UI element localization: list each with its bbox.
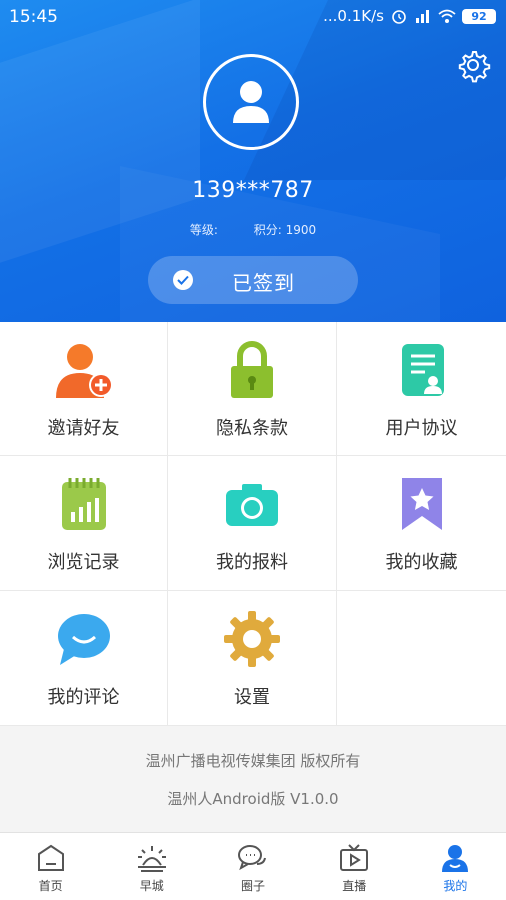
menu-item-settings[interactable]: 设置 xyxy=(168,591,337,726)
user-icon xyxy=(442,845,469,872)
level-label: 等级: xyxy=(189,223,218,237)
menu-label: 我的报料 xyxy=(216,552,288,573)
battery-indicator: 92 xyxy=(462,8,496,24)
comment-icon xyxy=(57,614,110,665)
tab-label: 直播 xyxy=(342,879,367,893)
menu-item-invite[interactable]: 邀请好友 xyxy=(0,322,168,456)
avatar[interactable] xyxy=(203,54,299,150)
bottom-tab-bar: 首页 早城 圈子 直播 我的 xyxy=(0,832,506,900)
version-text: 温州人Android版 V1.0.0 xyxy=(167,790,339,808)
tv-icon xyxy=(340,844,369,871)
privacy-lock-icon xyxy=(231,341,273,398)
signin-button[interactable]: 已签到 xyxy=(148,256,358,304)
menu-label: 设置 xyxy=(234,687,270,708)
gear-icon xyxy=(224,611,280,667)
chat-bubbles-icon xyxy=(238,845,266,871)
alarm-icon xyxy=(392,10,406,24)
user-avatar-icon xyxy=(233,81,269,123)
tab-label: 首页 xyxy=(38,879,63,893)
settings-gear-button[interactable] xyxy=(454,46,492,84)
tab-label: 圈子 xyxy=(241,879,266,893)
menu-item-privacy[interactable]: 隐私条款 xyxy=(168,322,337,456)
user-phone: 139***787 xyxy=(192,178,314,203)
status-bar: 15:45 ...0.1K/s 92 xyxy=(0,0,506,36)
tab-label: 早城 xyxy=(139,879,164,893)
level-points-row: 等级: 积分: 1900 xyxy=(0,221,506,238)
menu-item-comments[interactable]: 我的评论 xyxy=(0,591,168,726)
profile-header: 15:45 ...0.1K/s 92 139***787 等级: 积分: 190… xyxy=(0,0,506,322)
menu-label: 我的评论 xyxy=(47,687,120,708)
status-time: 15:45 xyxy=(9,7,58,27)
sunrise-icon xyxy=(137,846,166,872)
user-agreement-icon xyxy=(401,344,444,396)
menu-item-report[interactable]: 我的报料 xyxy=(168,456,337,591)
signal-icon xyxy=(416,10,429,23)
menu-grid: 邀请好友 隐私条款 用户协议 浏览记录 我的报料 我的收藏 我的评论 设置 xyxy=(0,322,506,726)
camera-icon xyxy=(226,484,278,526)
tab-mine[interactable]: 我的 xyxy=(405,833,506,900)
tab-morning[interactable]: 早城 xyxy=(101,833,202,900)
menu-label: 邀请好友 xyxy=(47,418,120,439)
invite-friend-icon xyxy=(55,344,113,398)
menu-item-favorites[interactable]: 我的收藏 xyxy=(337,456,506,591)
empty-cell xyxy=(337,591,506,726)
menu-label: 隐私条款 xyxy=(216,418,288,439)
network-speed: ...0.1K/s xyxy=(323,7,384,25)
tab-live[interactable]: 直播 xyxy=(304,833,405,900)
wifi-icon xyxy=(438,9,456,23)
tab-home[interactable]: 首页 xyxy=(0,833,101,900)
copyright-text: 温州广播电视传媒集团 版权所有 xyxy=(145,752,361,770)
points-label: 积分: 1900 xyxy=(253,223,317,237)
tab-circle[interactable]: 圈子 xyxy=(202,833,303,900)
gear-icon xyxy=(458,51,491,83)
menu-label: 浏览记录 xyxy=(47,552,120,573)
tab-label: 我的 xyxy=(443,879,468,893)
history-icon xyxy=(61,478,106,530)
menu-item-history[interactable]: 浏览记录 xyxy=(0,456,168,591)
menu-item-agreement[interactable]: 用户协议 xyxy=(337,322,506,456)
status-indicators: ...0.1K/s 92 xyxy=(323,7,496,25)
signin-label: 已签到 xyxy=(232,271,295,295)
bookmark-icon xyxy=(401,478,442,530)
menu-label: 用户协议 xyxy=(385,418,458,439)
check-icon xyxy=(173,270,193,290)
home-icon xyxy=(37,844,64,871)
menu-label: 我的收藏 xyxy=(385,552,458,573)
